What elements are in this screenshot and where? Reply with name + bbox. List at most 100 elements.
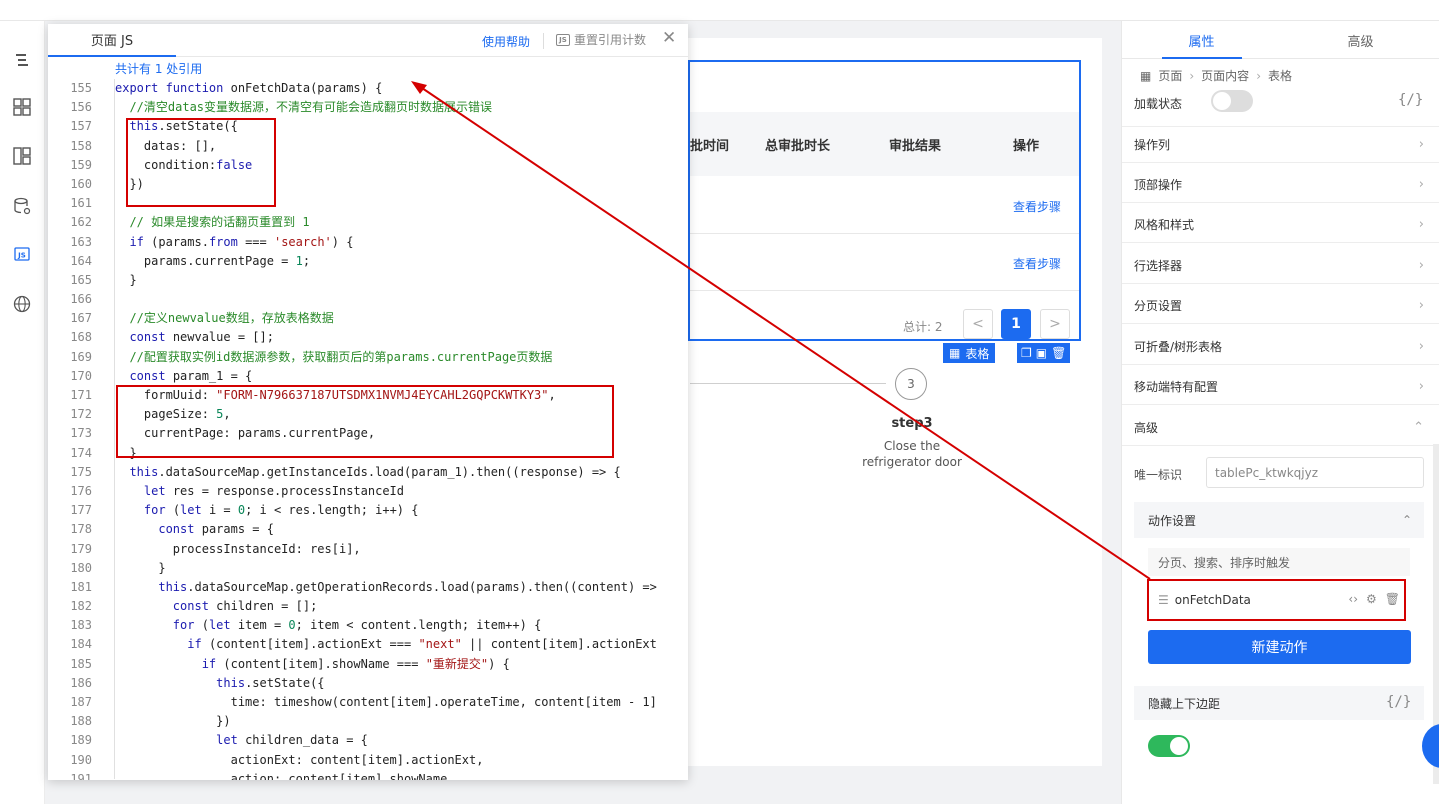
breadcrumb-item-table[interactable]: 表格 — [1268, 67, 1292, 84]
code-token: ) { — [331, 234, 354, 249]
chevron-up-icon: ⌃ — [1401, 513, 1412, 527]
table-icon: ▦ — [949, 346, 961, 360]
copy-icon[interactable]: ❐ — [1021, 346, 1032, 360]
section-label: 顶部操作 — [1134, 178, 1183, 192]
table-tag-label: 表格 — [965, 346, 990, 361]
variable-binding-icon[interactable]: {/} — [1398, 92, 1423, 108]
trigger-description: 分页、搜索、排序时触发 — [1148, 548, 1410, 576]
help-link[interactable]: 使用帮助 — [482, 33, 530, 50]
hide-margin-label: 隐藏上下边距 — [1148, 696, 1221, 711]
line-number: 169 — [70, 349, 92, 364]
code-line[interactable]: 162 // 如果是搜索的话翻页重置到 1 — [48, 213, 688, 232]
table-component-tag[interactable]: ▦ 表格 — [943, 343, 996, 363]
uid-label: 唯一标识 — [1134, 468, 1183, 482]
code-line[interactable]: 181 this.dataSourceMap.getOperationRecor… — [48, 578, 688, 597]
section-style[interactable]: 风格和样式 › — [1122, 207, 1439, 243]
code-token: ( — [201, 618, 209, 633]
tab-advanced[interactable]: 高级 — [1281, 21, 1439, 59]
close-icon[interactable]: ✕ — [662, 28, 676, 48]
line-code: this.dataSourceMap.getOperationRecords.l… — [92, 578, 657, 597]
code-line[interactable]: 175 this.dataSourceMap.getInstanceIds.lo… — [48, 463, 688, 482]
reference-count[interactable]: 共计有 1 处引用 — [48, 60, 688, 79]
code-token: // 如果是搜索的话翻页重置到 1 — [129, 215, 310, 230]
code-token: children_data = { — [245, 733, 368, 748]
code-token: params = { — [201, 522, 274, 537]
code-token: children = []; — [216, 599, 318, 614]
line-code: this.dataSourceMap.getInstanceIds.load(p… — [92, 463, 620, 482]
delete-icon[interactable]: 🗑 — [1051, 346, 1066, 360]
data-source-icon[interactable] — [11, 195, 33, 217]
code-line[interactable]: 185 if (content[item].showName === "重新提交… — [48, 655, 688, 674]
line-number: 186 — [70, 675, 92, 690]
page-layout-icon[interactable] — [11, 145, 33, 167]
code-line[interactable]: 166 — [48, 290, 688, 309]
breadcrumb-item-page[interactable]: 页面 — [1158, 67, 1182, 84]
line-number: 161 — [70, 196, 92, 211]
line-code: const params = { — [92, 520, 274, 539]
section-label: 行选择器 — [1134, 259, 1183, 273]
section-top-actions[interactable]: 顶部操作 › — [1122, 167, 1439, 203]
code-line[interactable]: 177 for (let i = 0; i < res.length; i++)… — [48, 501, 688, 520]
code-line[interactable]: 155 export function onFetchData(params) { — [48, 79, 688, 98]
section-mobile[interactable]: 移动端特有配置 › — [1122, 369, 1439, 405]
variable-binding-icon[interactable]: {/} — [1386, 694, 1411, 710]
new-action-button[interactable]: 新建动作 — [1148, 630, 1411, 664]
line-code: const newvalue = []; — [92, 328, 274, 347]
loading-state-toggle[interactable] — [1211, 90, 1253, 112]
line-code: }) — [92, 712, 230, 731]
line-number: 164 — [70, 253, 92, 268]
globe-icon[interactable] — [11, 293, 33, 315]
code-line[interactable]: 179 processInstanceId: res[i], — [48, 540, 688, 559]
save-icon[interactable]: ▣ — [1036, 346, 1047, 360]
code-token: ; item < content.length; item++) { — [295, 618, 542, 633]
code-line[interactable]: 182 const children = []; — [48, 597, 688, 616]
code-line[interactable]: 183 for (let item = 0; item < content.le… — [48, 616, 688, 635]
code-line[interactable]: 176 let res = response.processInstanceId — [48, 482, 688, 501]
code-line[interactable]: 169 //配置获取实例id数据源参数，获取翻页后的第params.curren… — [48, 348, 688, 367]
outline-list-icon[interactable] — [11, 49, 33, 71]
js-icon[interactable]: JS — [11, 243, 33, 265]
section-advanced[interactable]: 高级 ⌃ — [1122, 410, 1439, 446]
section-operation-column[interactable]: 操作列 › — [1122, 127, 1439, 163]
section-label: 高级 — [1134, 421, 1159, 435]
code-token: 0 — [237, 503, 246, 518]
hide-margin-toggle[interactable] — [1148, 735, 1190, 757]
section-label: 风格和样式 — [1134, 218, 1195, 232]
line-number: 191 — [70, 771, 92, 780]
line-number: 168 — [70, 330, 92, 345]
tab-properties[interactable]: 属性 — [1122, 21, 1281, 59]
code-line[interactable]: 188 }) — [48, 712, 688, 731]
code-line[interactable]: 190 actionExt: content[item].actionExt, — [48, 751, 688, 770]
action-settings-header[interactable]: 动作设置 ⌃ — [1134, 502, 1424, 538]
reset-ref-count-button[interactable]: JS 重置引用计数 — [556, 31, 646, 48]
code-line[interactable]: 191 action: content[item].showName, — [48, 770, 688, 780]
uid-field[interactable]: tablePc_ktwkqjyz — [1206, 457, 1424, 488]
code-line[interactable]: 189 let children_data = { — [48, 731, 688, 750]
breadcrumb-item-content[interactable]: 页面内容 — [1201, 67, 1249, 84]
code-line[interactable]: 178 const params = { — [48, 520, 688, 539]
code-line[interactable]: 156 //清空datas变量数据源，不清空有可能会造成翻页时数据展示错误 — [48, 98, 688, 117]
line-code: this.setState({ — [92, 674, 324, 693]
tab-page-js[interactable]: 页面 JS — [48, 24, 176, 57]
line-code: processInstanceId: res[i], — [92, 540, 361, 559]
code-line[interactable]: 167 //定义newvalue数组，存放表格数据 — [48, 309, 688, 328]
code-line[interactable]: 180 } — [48, 559, 688, 578]
chevron-right-icon: › — [1418, 137, 1424, 152]
section-pagination[interactable]: 分页设置 › — [1122, 288, 1439, 324]
code-line[interactable]: 184 if (content[item].actionExt === "nex… — [48, 635, 688, 654]
code-line[interactable]: 168 const newvalue = []; — [48, 328, 688, 347]
code-token: ( — [172, 503, 181, 518]
code-line[interactable]: 165 } — [48, 271, 688, 290]
code-token: from — [208, 234, 238, 249]
code-line[interactable]: 163 if (params.from === 'search') { — [48, 233, 688, 252]
section-tree-table[interactable]: 可折叠/树形表格 › — [1122, 329, 1439, 365]
section-row-selector[interactable]: 行选择器 › — [1122, 248, 1439, 284]
step-description: Close the refrigerator door — [862, 439, 962, 469]
highlight-box — [126, 118, 276, 207]
code-line[interactable]: 164 params.currentPage = 1; — [48, 252, 688, 271]
code-line[interactable]: 187 time: timeshow(content[item].operate… — [48, 693, 688, 712]
code-line[interactable]: 186 this.setState({ — [48, 674, 688, 693]
code-line[interactable]: 170 const param_1 = { — [48, 367, 688, 386]
components-grid-icon[interactable] — [11, 96, 33, 118]
code-token: 'search' — [273, 234, 332, 249]
